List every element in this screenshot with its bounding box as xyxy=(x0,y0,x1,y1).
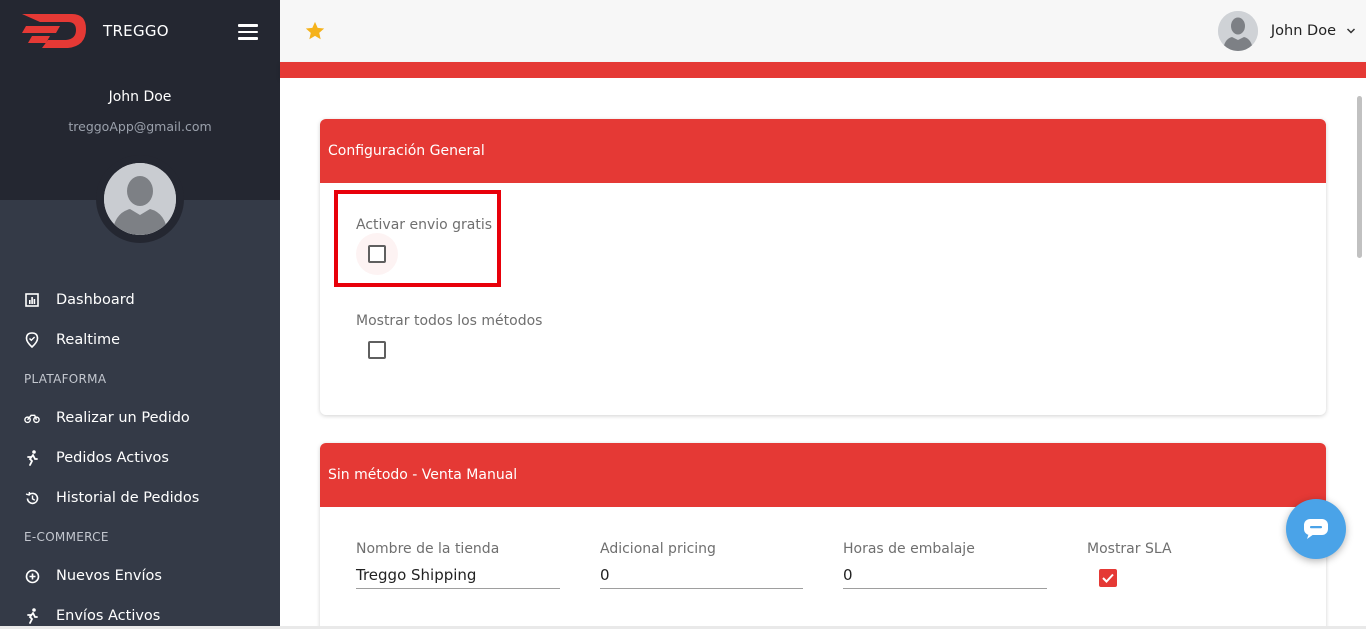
sidebar-item-label: Envíos Activos xyxy=(56,608,161,624)
topbar-user-name: John Doe xyxy=(1270,23,1336,39)
avatar xyxy=(1217,11,1258,51)
plus-circle-icon xyxy=(24,568,40,584)
sidebar-item-realtime[interactable]: Realtime xyxy=(0,320,280,360)
sidebar-item-label: Realizar un Pedido xyxy=(56,410,190,426)
chart-icon xyxy=(24,292,40,308)
show-methods-checkbox[interactable] xyxy=(368,341,386,359)
star-icon[interactable] xyxy=(304,20,326,42)
show-sla-label: Mostrar SLA xyxy=(1087,541,1172,557)
sidebar-user-email: treggoApp@gmail.com xyxy=(68,119,212,134)
card-title: Sin método - Venta Manual xyxy=(320,443,1326,507)
history-icon xyxy=(24,490,40,506)
sidebar-item-realizar-pedido[interactable]: Realizar un Pedido xyxy=(0,398,280,438)
map-pin-icon xyxy=(24,332,40,348)
user-silhouette-icon xyxy=(104,163,176,235)
sidebar-item-historial[interactable]: Historial de Pedidos xyxy=(0,478,280,518)
topbar: John Doe xyxy=(280,0,1366,62)
sidebar-item-label: Nuevos Envíos xyxy=(56,568,162,584)
motorcycle-icon xyxy=(24,410,40,426)
store-name-value: Treggo Shipping xyxy=(356,565,477,584)
chat-button[interactable] xyxy=(1286,499,1346,559)
sidebar-item-label: Historial de Pedidos xyxy=(56,490,200,506)
sidebar-item-envios-activos[interactable]: Envíos Activos xyxy=(0,596,280,629)
pricing-input[interactable]: 0 xyxy=(600,561,803,589)
show-sla-checkbox[interactable] xyxy=(1099,569,1117,587)
hamburger-menu-icon[interactable] xyxy=(236,20,260,42)
sidebar-nav: Dashboard Realtime PLATAFORMA Realizar u… xyxy=(0,280,280,629)
pricing-label: Adicional pricing xyxy=(600,541,716,557)
sidebar-user-name: John Doe xyxy=(108,89,172,105)
sidebar-item-label: Pedidos Activos xyxy=(56,450,169,466)
pricing-value: 0 xyxy=(600,565,610,584)
highlight-box xyxy=(334,190,501,287)
card-title: Configuración General xyxy=(320,119,1326,183)
sidebar-section-ecommerce: E-COMMERCE xyxy=(24,530,109,544)
sidebar-item-dashboard[interactable]: Dashboard xyxy=(0,280,280,320)
sidebar-item-label: Dashboard xyxy=(56,292,135,308)
packing-hours-value: 0 xyxy=(843,565,853,584)
sidebar-item-pedidos-activos[interactable]: Pedidos Activos xyxy=(0,438,280,478)
manual-sale-card: Sin método - Venta Manual xyxy=(320,443,1326,629)
runner-icon xyxy=(24,608,40,624)
runner-icon xyxy=(24,450,40,466)
user-menu[interactable]: John Doe xyxy=(1217,10,1356,52)
scrollbar[interactable] xyxy=(1357,96,1362,258)
store-name-input[interactable]: Treggo Shipping xyxy=(356,561,560,589)
sidebar-item-nuevos-envios[interactable]: Nuevos Envíos xyxy=(0,556,280,596)
brand-name: TREGGO xyxy=(103,22,169,40)
brand: TREGGO xyxy=(0,0,280,62)
packing-hours-input[interactable]: 0 xyxy=(843,561,1047,589)
sidebar-avatar[interactable] xyxy=(104,163,176,235)
sidebar: TREGGO John Doe treggoApp@gmail.com Dash… xyxy=(0,0,280,629)
sidebar-section-plataforma: PLATAFORMA xyxy=(24,372,107,386)
store-name-label: Nombre de la tienda xyxy=(356,541,500,557)
chat-icon xyxy=(1304,519,1328,539)
packing-hours-label: Horas de embalaje xyxy=(843,541,975,557)
check-icon xyxy=(1102,573,1114,583)
user-silhouette-icon xyxy=(1217,11,1258,51)
sidebar-item-label: Realtime xyxy=(56,332,121,348)
chevron-down-icon[interactable] xyxy=(1346,26,1356,36)
show-methods-label: Mostrar todos los métodos xyxy=(356,313,543,329)
header-accent-strip xyxy=(280,62,1366,78)
treggo-logo-icon[interactable] xyxy=(20,12,90,50)
